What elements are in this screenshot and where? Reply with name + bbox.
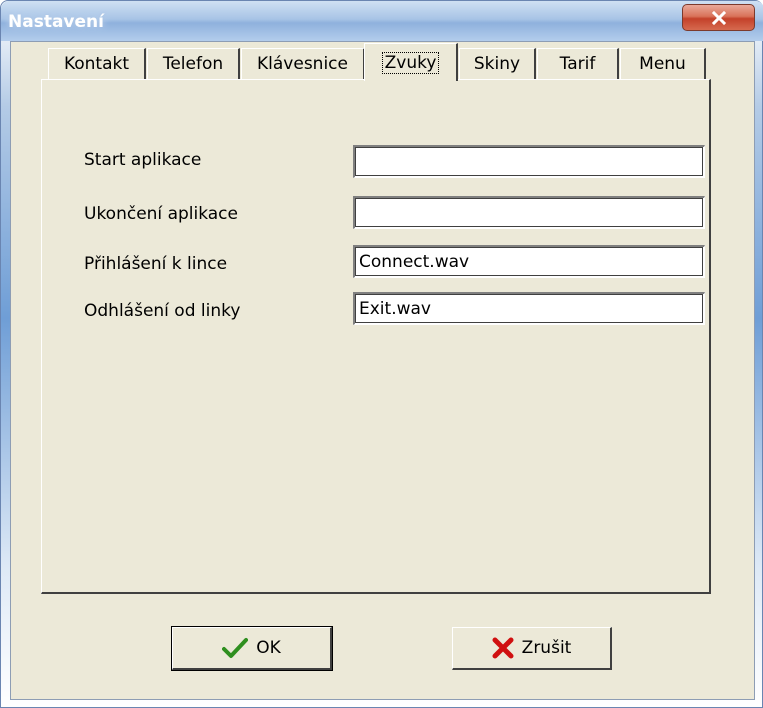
checkmark-icon bbox=[222, 638, 249, 658]
ok-button[interactable]: OK bbox=[171, 626, 333, 671]
field-label-disconnect: Odhlášení od linky bbox=[84, 301, 241, 321]
tab-tarif[interactable]: Tarif bbox=[537, 48, 619, 79]
title-bar[interactable]: Nastavení bbox=[1, 1, 763, 41]
tab-label: Zvuky bbox=[381, 51, 440, 74]
cancel-label: Zrušit bbox=[521, 638, 572, 658]
close-icon bbox=[712, 11, 726, 25]
tab-label: Telefon bbox=[162, 54, 224, 74]
tab-skiny[interactable]: Skiny bbox=[459, 48, 536, 79]
window-title: Nastavení bbox=[8, 12, 104, 32]
field-label-start: Start aplikace bbox=[84, 150, 202, 170]
tab-zvuky[interactable]: Zvuky bbox=[364, 43, 458, 81]
connect-sound-field[interactable]: Connect.wav bbox=[353, 245, 705, 278]
close-button[interactable] bbox=[682, 4, 755, 31]
tab-kontakt[interactable]: Kontakt bbox=[48, 48, 146, 79]
tab-label: Menu bbox=[639, 54, 686, 74]
tab-label: Tarif bbox=[559, 54, 596, 74]
tab-telefon[interactable]: Telefon bbox=[147, 48, 240, 79]
exit-app-sound-field[interactable] bbox=[353, 196, 705, 229]
tab-label: Kontakt bbox=[63, 54, 130, 74]
dialog-window: Nastavení Kontakt Telefon Klávesnice Zvu… bbox=[0, 0, 763, 708]
tab-klavesnice[interactable]: Klávesnice bbox=[241, 48, 365, 79]
ok-label: OK bbox=[256, 638, 281, 658]
tab-label: Klávesnice bbox=[257, 54, 348, 74]
field-label-connect: Přihlášení k lince bbox=[84, 254, 228, 274]
red-x-icon bbox=[492, 637, 514, 659]
start-sound-field[interactable] bbox=[353, 145, 705, 178]
field-label-exit-app: Ukončení aplikace bbox=[84, 204, 238, 224]
tab-label: Skiny bbox=[473, 54, 521, 74]
disconnect-sound-field[interactable]: Exit.wav bbox=[353, 292, 705, 325]
cancel-button[interactable]: Zrušit bbox=[452, 627, 612, 670]
tab-menu[interactable]: Menu bbox=[620, 48, 706, 79]
